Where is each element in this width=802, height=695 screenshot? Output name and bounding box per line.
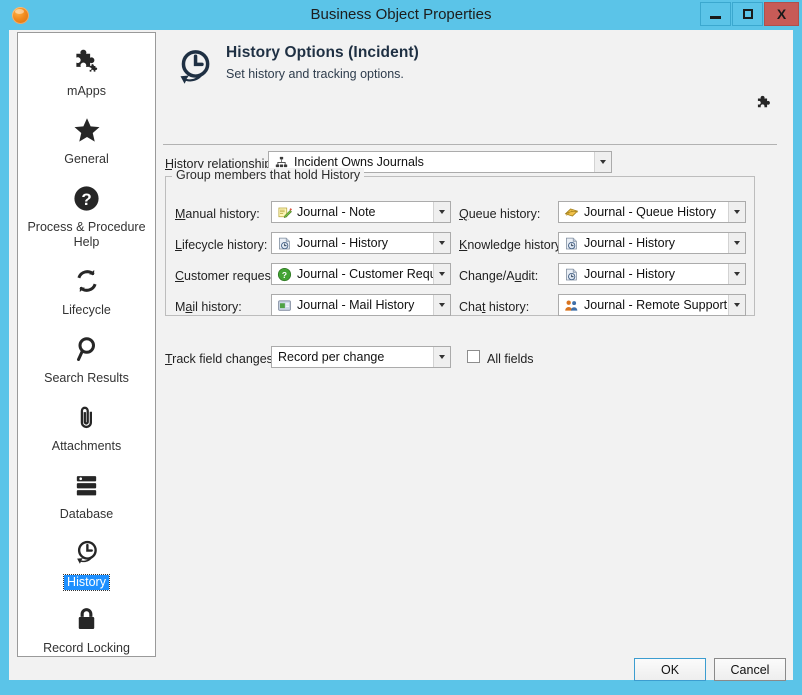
lifecycle-history-value: Journal - History	[297, 236, 388, 250]
queue-history-value: Journal - Queue History	[584, 205, 717, 219]
close-icon: X	[776, 6, 787, 22]
maximize-icon	[742, 9, 753, 19]
database-stack-icon	[67, 465, 107, 505]
magnifier-icon	[67, 329, 107, 369]
track-field-changes-dropdown[interactable]: Record per change	[271, 346, 451, 368]
dialog-body: mApps General ? Process & Procedure Help…	[9, 30, 793, 681]
sidebar-item-history[interactable]: History	[18, 524, 155, 591]
customer-request-label: Customer request:	[175, 269, 278, 283]
chevron-down-icon[interactable]	[433, 264, 450, 284]
mail-history-label: Mail history:	[175, 300, 242, 314]
all-fields-checkbox[interactable]	[467, 350, 480, 363]
change-audit-value: Journal - History	[584, 267, 675, 281]
lifecycle-history-label: Lifecycle history:	[175, 238, 268, 252]
window-title: Business Object Properties	[310, 6, 492, 23]
puzzle-piece-icon[interactable]	[755, 94, 775, 114]
cancel-button-label: Cancel	[730, 662, 770, 677]
sidebar-item-label: Search Results	[44, 371, 129, 385]
chevron-down-icon[interactable]	[728, 233, 745, 253]
sidebar-item-database[interactable]: Database	[18, 456, 155, 524]
history-page-icon	[563, 235, 579, 251]
queue-history-label: Queue history:	[459, 207, 541, 221]
knowledge-history-dropdown[interactable]: Journal - History	[558, 232, 746, 254]
sidebar-item-search-results[interactable]: Search Results	[18, 320, 155, 388]
chevron-down-icon[interactable]	[728, 264, 745, 284]
chat-history-dropdown[interactable]: Journal - Remote Support...	[558, 294, 746, 316]
page-title: History Options (Incident)	[226, 44, 419, 61]
chevron-down-icon[interactable]	[728, 202, 745, 222]
customer-request-value: Journal - Customer Requ...	[297, 267, 433, 281]
content-pane: History Options (Incident) Set history a…	[157, 32, 785, 657]
question-mark-circle-icon: ?	[67, 178, 107, 218]
manual-history-value: Journal - Note	[297, 205, 376, 219]
svg-text:?: ?	[81, 189, 91, 208]
sidebar-item-mapps[interactable]: mApps	[18, 33, 155, 101]
chat-history-value: Journal - Remote Support...	[584, 298, 728, 312]
svg-text:?: ?	[281, 269, 286, 279]
sidebar-item-attachments[interactable]: Attachments	[18, 388, 155, 456]
chevron-down-icon[interactable]	[728, 295, 745, 315]
category-sidebar[interactable]: mApps General ? Process & Procedure Help…	[17, 32, 156, 657]
sidebar-item-lifecycle[interactable]: Lifecycle	[18, 252, 155, 320]
queue-envelope-icon	[563, 204, 579, 220]
change-audit-label: Change/Audit:	[459, 269, 539, 283]
chevron-down-icon[interactable]	[433, 233, 450, 253]
knowledge-history-value: Journal - History	[584, 236, 675, 250]
chevron-down-icon[interactable]	[433, 347, 450, 367]
history-relationship-value: Incident Owns Journals	[294, 155, 424, 169]
lifecycle-history-dropdown[interactable]: Journal - History	[271, 232, 451, 254]
knowledge-history-label: Knowledge history:	[459, 238, 565, 252]
customer-request-dropdown[interactable]: ? Journal - Customer Requ...	[271, 263, 451, 285]
sidebar-item-label: History	[63, 574, 110, 591]
padlock-icon	[67, 599, 107, 639]
dialog-window: Business Object Properties X mApps Gener…	[0, 0, 802, 695]
minimize-icon	[710, 15, 721, 19]
clock-history-icon	[173, 46, 217, 90]
sidebar-item-label: Lifecycle	[62, 303, 111, 317]
minimize-button[interactable]	[700, 2, 731, 26]
change-audit-dropdown[interactable]: Journal - History	[558, 263, 746, 285]
ok-button[interactable]: OK	[634, 658, 706, 681]
sidebar-item-label: Record Locking	[43, 641, 130, 655]
track-field-changes-label: Track field changes:	[165, 352, 277, 366]
sidebar-item-label: Database	[59, 507, 114, 521]
star-icon	[67, 110, 107, 150]
mail-history-value: Journal - Mail History	[297, 298, 415, 312]
paperclip-icon	[67, 397, 107, 437]
history-page-icon	[563, 266, 579, 282]
sidebar-item-label: Process & Procedure Help	[27, 220, 146, 249]
puzzle-piece-icon	[67, 42, 107, 82]
page-subtitle: Set history and tracking options.	[226, 67, 404, 81]
chat-history-label: Chat history:	[459, 300, 530, 314]
ok-button-label: OK	[660, 662, 680, 677]
chevron-down-icon[interactable]	[433, 202, 450, 222]
cancel-button[interactable]: Cancel	[714, 658, 786, 681]
manual-history-dropdown[interactable]: Journal - Note	[271, 201, 451, 223]
sidebar-item-record-locking[interactable]: Record Locking	[18, 590, 155, 656]
clock-history-icon	[67, 533, 107, 573]
close-button[interactable]: X	[764, 2, 799, 26]
mail-window-icon	[276, 297, 292, 313]
title-bar: Business Object Properties X	[0, 0, 802, 30]
sidebar-item-process-procedure-help[interactable]: ? Process & Procedure Help	[18, 169, 155, 252]
maximize-button[interactable]	[732, 2, 763, 26]
queue-history-dropdown[interactable]: Journal - Queue History	[558, 201, 746, 223]
sidebar-item-general[interactable]: General	[18, 101, 155, 169]
manual-history-label: Manual history:	[175, 207, 260, 221]
two-people-icon	[563, 297, 579, 313]
note-pencil-icon	[276, 204, 292, 220]
sidebar-item-label: mApps	[67, 84, 106, 98]
chevron-down-icon[interactable]	[594, 152, 611, 172]
green-question-circle-icon: ?	[276, 266, 292, 282]
group-members-legend: Group members that hold History	[172, 168, 365, 182]
track-field-changes-value: Record per change	[278, 350, 385, 364]
sidebar-item-label: General	[64, 152, 109, 166]
history-page-icon	[276, 235, 292, 251]
all-fields-label: All fields	[487, 352, 534, 366]
header-divider	[163, 144, 777, 145]
mail-history-dropdown[interactable]: Journal - Mail History	[271, 294, 451, 316]
chevron-down-icon[interactable]	[433, 295, 450, 315]
refresh-cycle-icon	[67, 261, 107, 301]
sidebar-item-label: Attachments	[51, 439, 122, 453]
